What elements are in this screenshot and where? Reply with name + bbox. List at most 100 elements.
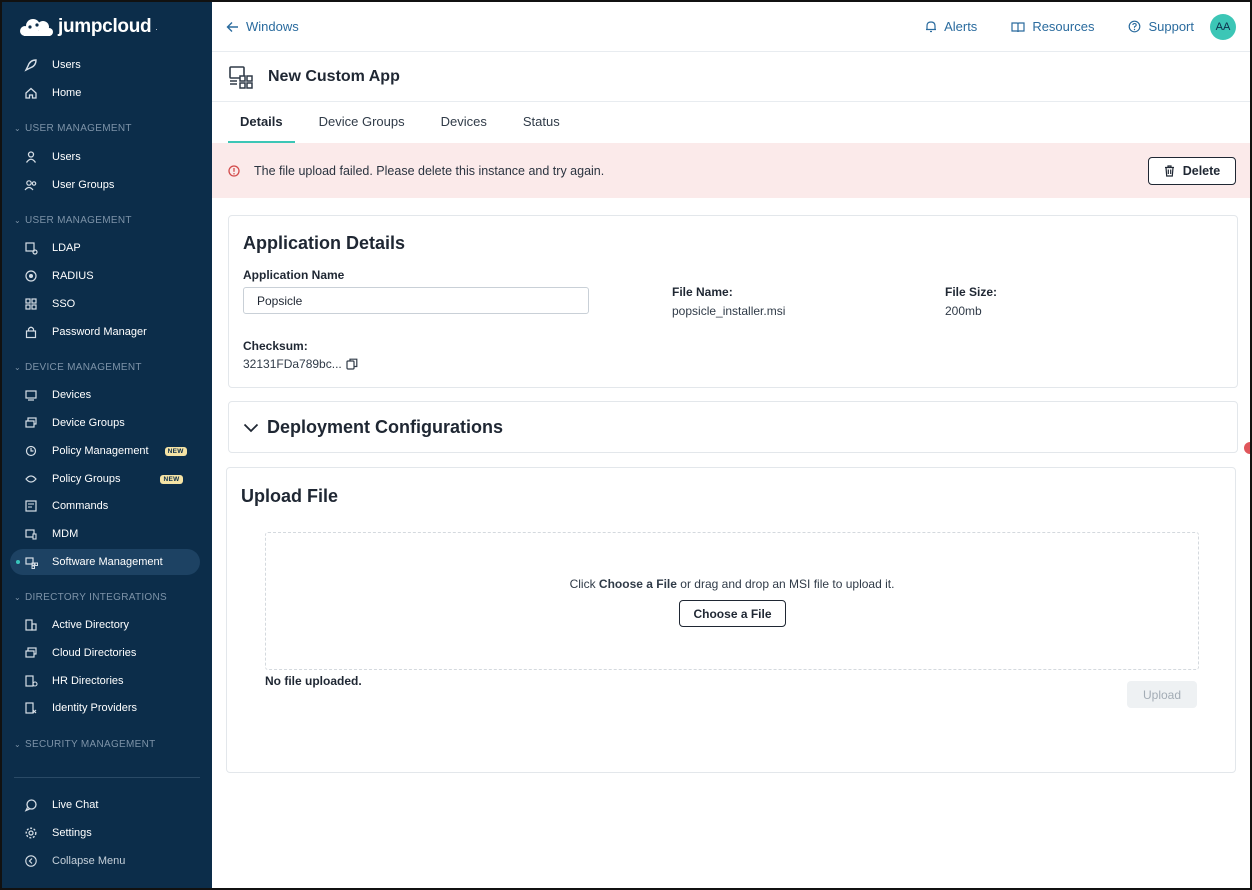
sidebar-item-label: Live Chat: [52, 799, 99, 811]
user-icon: [24, 150, 38, 164]
alerts-link[interactable]: Alerts: [925, 19, 977, 34]
file-size-value: 200mb: [945, 304, 982, 318]
sidebar-item-label: Collapse Menu: [52, 855, 126, 867]
sidebar-item-settings[interactable]: Settings: [10, 820, 200, 846]
brand-name: jumpcloud: [58, 16, 152, 37]
new-badge: NEW: [164, 446, 187, 456]
application-name-input[interactable]: Popsicle: [243, 287, 589, 314]
sidebar-item-label: Cloud Directories: [52, 647, 137, 659]
tab-details[interactable]: Details: [228, 102, 295, 143]
tab-devices[interactable]: Devices: [441, 102, 487, 143]
gear-icon: [24, 826, 38, 840]
sidebar-item-label: User Groups: [52, 179, 115, 191]
sidebar-item-label: Users: [52, 59, 81, 71]
tab-bar: Details Device Groups Devices Status: [212, 102, 1250, 143]
notification-dot[interactable]: [1244, 442, 1250, 454]
sidebar-item-label: Policy Management: [52, 445, 149, 457]
help-circle-icon: [1129, 20, 1141, 33]
section-directory-integrations[interactable]: ⌄ DIRECTORY INTEGRATIONS: [14, 592, 167, 603]
brand-tm: .: [155, 22, 158, 32]
ldap-icon: [24, 241, 38, 255]
back-link[interactable]: Windows: [226, 19, 299, 34]
sidebar-item-software-management[interactable]: Software Management: [10, 549, 200, 575]
sidebar-item-label: Policy Groups: [52, 473, 121, 485]
deployment-configurations-header[interactable]: Deployment Configurations: [243, 417, 503, 438]
deployment-configurations-title: Deployment Configurations: [267, 417, 504, 437]
commands-icon: [24, 499, 38, 513]
dropzone-text-prefix: Click: [569, 577, 599, 591]
cloud-logo-icon: [20, 19, 53, 36]
sidebar-item-active-directory[interactable]: Active Directory: [10, 612, 200, 638]
upload-file-title: Upload File: [241, 486, 339, 506]
resources-link[interactable]: Resources: [1011, 19, 1094, 34]
jumpcloud-logo[interactable]: jumpcloud.: [18, 16, 158, 38]
sidebar-item-home[interactable]: Home: [10, 80, 200, 106]
sidebar-item-label: Identity Providers: [52, 702, 137, 714]
topbar: Windows Alerts Resources Support AA: [212, 2, 1250, 52]
avatar[interactable]: AA: [1210, 14, 1236, 40]
sidebar-item-users[interactable]: Users: [10, 144, 200, 170]
arrow-left-icon: [226, 21, 238, 32]
copy-icon[interactable]: [346, 358, 358, 370]
sidebar-item-users-top[interactable]: Users: [10, 52, 200, 78]
software-management-icon: [24, 555, 38, 569]
upload-button[interactable]: Upload: [1127, 681, 1197, 708]
sidebar-item-devices[interactable]: Devices: [10, 382, 200, 408]
section-title: SECURITY MANAGEMENT: [25, 739, 156, 750]
sidebar-item-label: Settings: [52, 827, 92, 839]
devices-icon: [24, 388, 38, 402]
sidebar-item-label: Software Management: [52, 556, 163, 568]
file-name-label: File Name:: [672, 285, 733, 299]
chat-icon: [24, 798, 38, 812]
sidebar-item-radius[interactable]: RADIUS: [10, 263, 200, 289]
support-link[interactable]: Support: [1128, 19, 1194, 34]
section-device-management[interactable]: ⌄ DEVICE MANAGEMENT: [14, 362, 142, 373]
sidebar-item-user-groups[interactable]: User Groups: [10, 172, 200, 198]
section-user-management-2[interactable]: ⌄ USER MANAGEMENT: [14, 215, 132, 226]
radius-icon: [24, 269, 38, 283]
sidebar-item-password-manager[interactable]: Password Manager: [10, 319, 200, 345]
choose-file-button[interactable]: Choose a File: [679, 600, 786, 627]
sidebar-item-hr-directories[interactable]: HR Directories: [10, 668, 200, 694]
chevron-down-icon: ⌄: [14, 593, 22, 602]
sidebar-item-device-groups[interactable]: Device Groups: [10, 410, 200, 436]
device-groups-icon: [24, 416, 38, 430]
main-content: Windows Alerts Resources Support AA New …: [212, 2, 1250, 888]
password-manager-icon: [24, 325, 38, 339]
section-user-management-1[interactable]: ⌄ USER MANAGEMENT: [14, 123, 132, 134]
deployment-configurations-card[interactable]: Deployment Configurations: [228, 401, 1238, 453]
sidebar-item-mdm[interactable]: MDM: [10, 521, 200, 547]
book-icon: [1011, 21, 1025, 32]
policy-management-icon: [24, 444, 38, 458]
alerts-label: Alerts: [944, 19, 978, 34]
file-dropzone[interactable]: Click Choose a File or drag and drop an …: [265, 532, 1199, 670]
tab-device-groups[interactable]: Device Groups: [319, 102, 405, 143]
dropzone-text-bold: Choose a File: [598, 577, 677, 591]
sidebar-item-collapse-menu[interactable]: Collapse Menu: [10, 848, 200, 874]
sidebar-item-commands[interactable]: Commands: [10, 493, 200, 519]
resources-label: Resources: [1032, 19, 1095, 34]
application-name-label: Application Name: [243, 268, 345, 282]
checksum-value: 32131FDa789bc...: [243, 357, 342, 371]
user-group-icon: [24, 178, 38, 192]
sidebar-item-policy-management[interactable]: Policy Management NEW: [10, 438, 200, 464]
section-security-management[interactable]: ⌄ SECURITY MANAGEMENT: [14, 739, 156, 750]
app-window: jumpcloud. Users Home ⌄ USER MANAGEMENT …: [0, 0, 1252, 890]
dropzone-instructions: Click Choose a File or drag and drop an …: [266, 577, 1198, 591]
sidebar-item-ldap[interactable]: LDAP: [10, 235, 200, 261]
sidebar-item-sso[interactable]: SSO: [10, 291, 200, 317]
sidebar-item-label: Users: [52, 151, 81, 163]
tab-status[interactable]: Status: [523, 102, 560, 143]
sidebar-item-label: Device Groups: [52, 417, 125, 429]
sidebar-item-identity-providers[interactable]: Identity Providers: [10, 695, 200, 721]
sidebar: jumpcloud. Users Home ⌄ USER MANAGEMENT …: [2, 2, 212, 888]
sidebar-item-cloud-directories[interactable]: Cloud Directories: [10, 640, 200, 666]
sidebar-item-label: Commands: [52, 500, 109, 512]
delete-button[interactable]: Delete: [1148, 157, 1236, 185]
page-header: New Custom App: [212, 52, 1250, 102]
sidebar-item-label: SSO: [52, 298, 76, 310]
sidebar-item-policy-groups[interactable]: Policy Groups NEW: [10, 466, 200, 492]
file-size-label: File Size:: [945, 285, 998, 299]
bell-icon: [926, 21, 937, 33]
sidebar-item-live-chat[interactable]: Live Chat: [10, 792, 200, 818]
